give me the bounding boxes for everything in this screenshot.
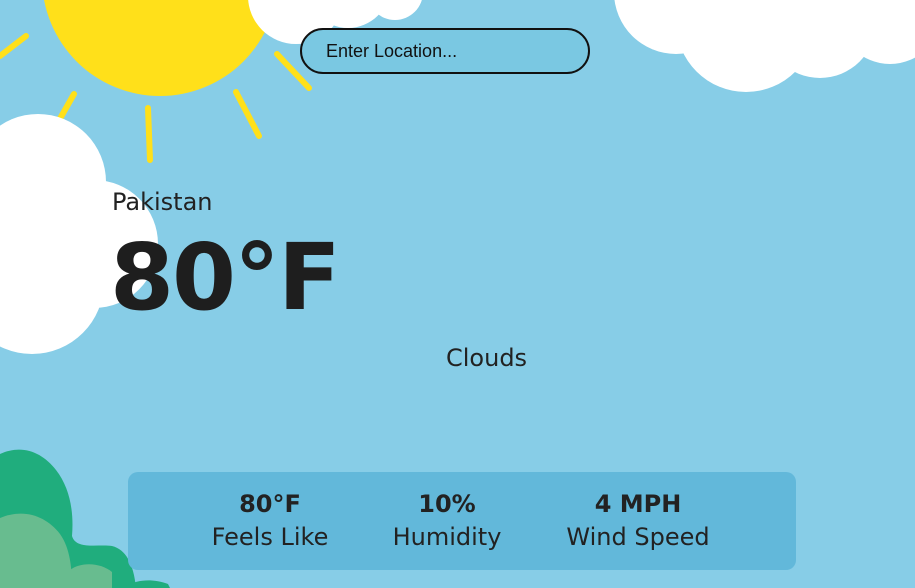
wind-speed-value: 4 MPH xyxy=(594,490,682,518)
feels-like-stat: 80°F Feels Like xyxy=(180,488,360,554)
weather-stats-panel: 80°F Feels Like 10% Humidity 4 MPH Wind … xyxy=(128,472,796,570)
weather-condition: Clouds xyxy=(446,344,528,372)
cloud-icon xyxy=(614,0,915,92)
location-search-input[interactable] xyxy=(326,40,576,62)
feels-like-label: Feels Like xyxy=(211,523,329,551)
humidity-value: 10% xyxy=(418,490,476,518)
feels-like-value: 80°F xyxy=(239,490,301,518)
search-bar[interactable] xyxy=(300,28,590,74)
humidity-stat: 10% Humidity xyxy=(357,488,537,554)
location-name: Pakistan xyxy=(112,188,213,216)
current-temperature: 80°F xyxy=(110,224,341,331)
humidity-label: Humidity xyxy=(392,523,502,551)
wind-speed-stat: 4 MPH Wind Speed xyxy=(548,488,728,554)
wind-speed-label: Wind Speed xyxy=(566,523,710,551)
weather-scene: Pakistan 80°F Clouds 80°F Feels Like 10%… xyxy=(0,0,915,588)
